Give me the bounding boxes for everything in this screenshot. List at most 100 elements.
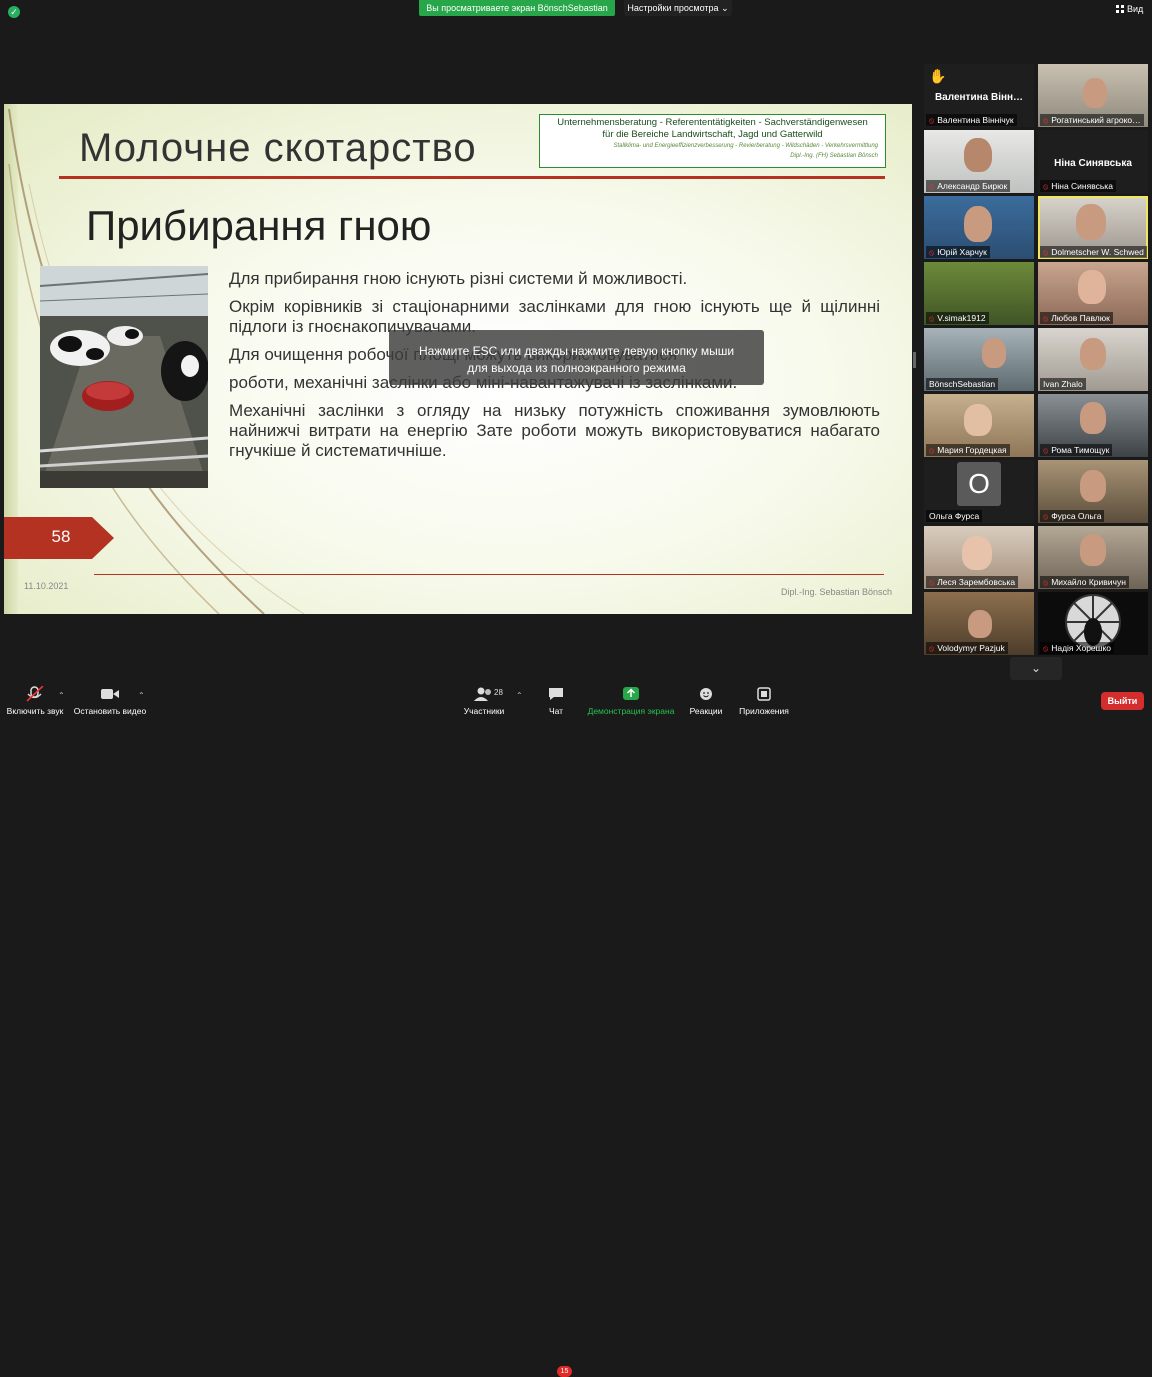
logo-line3: Stallklima- und Energieeffizienzverbesse… — [613, 143, 878, 149]
participant-tile[interactable]: ⦸ Надія Хорешко — [1038, 592, 1148, 655]
mic-muted-icon: ⦸ — [1043, 578, 1049, 587]
participant-name-label: ⦸ Любов Павлюк — [1040, 312, 1113, 324]
participant-avatar: О — [957, 462, 1001, 506]
participant-name-label: ⦸ Рома Тимощук — [1040, 444, 1113, 456]
stop-video-button[interactable]: Остановить видео — [72, 681, 148, 720]
leave-meeting-button[interactable]: Выйти — [1101, 692, 1144, 710]
participant-video — [964, 206, 992, 242]
participant-tile[interactable]: ⦸ Леся Зарембовська — [924, 526, 1034, 589]
mic-muted-icon: ⦸ — [1043, 644, 1049, 653]
mic-muted-icon — [26, 686, 44, 702]
video-camera-icon — [101, 689, 119, 699]
apps-label: Приложения — [739, 706, 789, 716]
participants-label: Участники — [463, 706, 505, 716]
mic-muted-icon: ⦸ — [1043, 116, 1049, 125]
participant-name-label: ⦸ V.simak1912 — [926, 312, 989, 324]
top-bar: ✓ Вы просматриваете экран BönschSebastia… — [0, 0, 1152, 26]
participant-name: Ivan Zhalo — [1043, 379, 1083, 389]
stop-video-label: Остановить видео — [73, 706, 147, 716]
chevron-down-icon: ⌄ — [721, 3, 729, 13]
unmute-button[interactable]: Включить звук — [4, 681, 66, 720]
reactions-button[interactable]: Реакции — [684, 681, 728, 720]
slide-paragraph-1: Для прибирання гною існують різні систем… — [229, 269, 688, 288]
participant-name: Мария Гордецкая — [937, 445, 1007, 455]
participant-video — [1076, 204, 1106, 240]
viewing-banner: Вы просматриваете экран BönschSebastian — [419, 0, 615, 16]
hint-line2: для выхода из полноэкранного режима — [467, 361, 686, 375]
participant-tile[interactable]: ⦸ Мария Гордецкая — [924, 394, 1034, 457]
participant-name-label: ⦸ Dolmetscher W. Schwed — [1040, 246, 1147, 258]
participant-tile[interactable]: ⦸ V.simak1912 — [924, 262, 1034, 325]
participant-name-label: ⦸ Михайло Кривичун — [1040, 576, 1129, 588]
participant-name-label: ⦸ Юрій Харчук — [926, 246, 990, 258]
participant-tile[interactable]: ⦸ Фурса Ольга — [1038, 460, 1148, 523]
mic-muted-icon: ⦸ — [1043, 314, 1049, 323]
participant-tile[interactable]: BönschSebastian — [924, 328, 1034, 391]
participant-name-label: ⦸ Мария Гордецкая — [926, 444, 1010, 456]
mic-muted-icon: ⦸ — [929, 446, 935, 455]
participant-name: Любов Павлюк — [1051, 313, 1110, 323]
participants-button[interactable]: 28 Участники — [458, 681, 510, 720]
participant-tile[interactable]: О Ольга Фурса — [924, 460, 1034, 523]
apps-button[interactable]: Приложения — [736, 681, 792, 720]
participant-tile[interactable]: Ivan Zhalo — [1038, 328, 1148, 391]
participant-tile-active-speaker[interactable]: ⦸ Dolmetscher W. Schwed — [1038, 196, 1148, 259]
bottom-rule — [94, 574, 884, 575]
participant-name-label: ⦸ Леся Зарембовська — [926, 576, 1019, 588]
participant-name: Фурса Ольга — [1051, 511, 1102, 521]
logo-line2: für die Bereiche Landwirtschaft, Jagd un… — [602, 129, 823, 140]
participant-tile[interactable]: ⦸ Рома Тимощук — [1038, 394, 1148, 457]
participant-name-label: ⦸ Рогатинський агроко… — [1040, 114, 1144, 126]
meeting-toolbar: Включить звук ⌃ Остановить видео ⌃ 28 Уч… — [0, 681, 1152, 1377]
company-logo-box: Unternehmensberatung - Referententätigke… — [539, 114, 886, 168]
participant-tile[interactable]: ⦸ Михайло Кривичун — [1038, 526, 1148, 589]
participant-name: V.simak1912 — [937, 313, 986, 323]
slide-number: 58 — [51, 527, 71, 546]
participant-display-name: Валентина Вінн… — [934, 92, 1024, 103]
mic-muted-icon: ⦸ — [929, 578, 935, 587]
gallery-scroll-down-button[interactable]: ⌄ — [1010, 657, 1062, 680]
fullscreen-exit-hint: Нажмите ESC или дважды нажмите левую кно… — [389, 330, 764, 385]
chat-label: Чат — [548, 706, 564, 716]
participant-name: Леся Зарембовська — [937, 577, 1016, 587]
participant-video — [1080, 534, 1106, 566]
participants-count: 28 — [494, 688, 503, 697]
participant-tile[interactable]: ⦸ Volodymyr Pazjuk — [924, 592, 1034, 655]
security-shield-icon[interactable]: ✓ — [8, 6, 20, 18]
barn-cows-photo — [40, 266, 208, 488]
share-screen-icon — [623, 687, 639, 700]
participant-name: BönschSebastian — [929, 379, 996, 389]
participants-options-caret-icon[interactable]: ⌃ — [516, 691, 523, 700]
mic-muted-icon: ⦸ — [1043, 512, 1049, 521]
audio-options-caret-icon[interactable]: ⌃ — [58, 691, 65, 700]
participant-name-label: ⦸ Надія Хорешко — [1040, 642, 1115, 654]
participant-name-label: ⦸ Александр Бирюк — [926, 180, 1011, 192]
participant-name: Dolmetscher W. Schwed — [1051, 247, 1144, 257]
mic-muted-icon: ⦸ — [929, 116, 935, 125]
view-options-label: Настройки просмотра — [627, 3, 719, 13]
participant-video — [1080, 470, 1106, 502]
participant-name: Ніна Синявська — [1051, 181, 1113, 191]
view-button[interactable]: Вид — [1116, 4, 1143, 14]
view-options-button[interactable]: Настройки просмотра ⌄ — [624, 0, 732, 16]
slide-title: Молочне скотарство — [79, 126, 477, 170]
participant-name-label: ⦸ Валентина Віннічук — [926, 114, 1017, 126]
mic-muted-icon: ⦸ — [929, 248, 935, 257]
participant-tile[interactable]: ✋ Валентина Вінн… ⦸ Валентина Віннічук — [924, 64, 1034, 127]
participant-tile[interactable]: ⦸ Рогатинський агроко… — [1038, 64, 1148, 127]
participant-name-label: BönschSebastian — [926, 378, 999, 390]
chat-button[interactable]: Чат — [540, 681, 572, 720]
participant-tile[interactable]: ⦸ Александр Бирюк — [924, 130, 1034, 193]
video-options-caret-icon[interactable]: ⌃ — [138, 691, 145, 700]
mic-muted-icon: ⦸ — [1043, 248, 1049, 257]
participant-name: Рогатинський агроко… — [1051, 115, 1141, 125]
participant-tile[interactable]: ⦸ Любов Павлюк — [1038, 262, 1148, 325]
participant-tile[interactable]: Ніна Синявська ⦸ Ніна Синявська — [1038, 130, 1148, 193]
participant-tile[interactable]: ⦸ Юрій Харчук — [924, 196, 1034, 259]
view-button-label: Вид — [1127, 4, 1144, 14]
participant-video — [962, 536, 992, 570]
participant-video — [1080, 402, 1106, 434]
logo-line4: Dipl.-Ing. (FH) Sebastian Bönsch — [790, 153, 878, 159]
share-screen-button[interactable]: Демонстрация экрана — [586, 681, 676, 720]
panel-splitter-handle[interactable] — [913, 352, 916, 368]
